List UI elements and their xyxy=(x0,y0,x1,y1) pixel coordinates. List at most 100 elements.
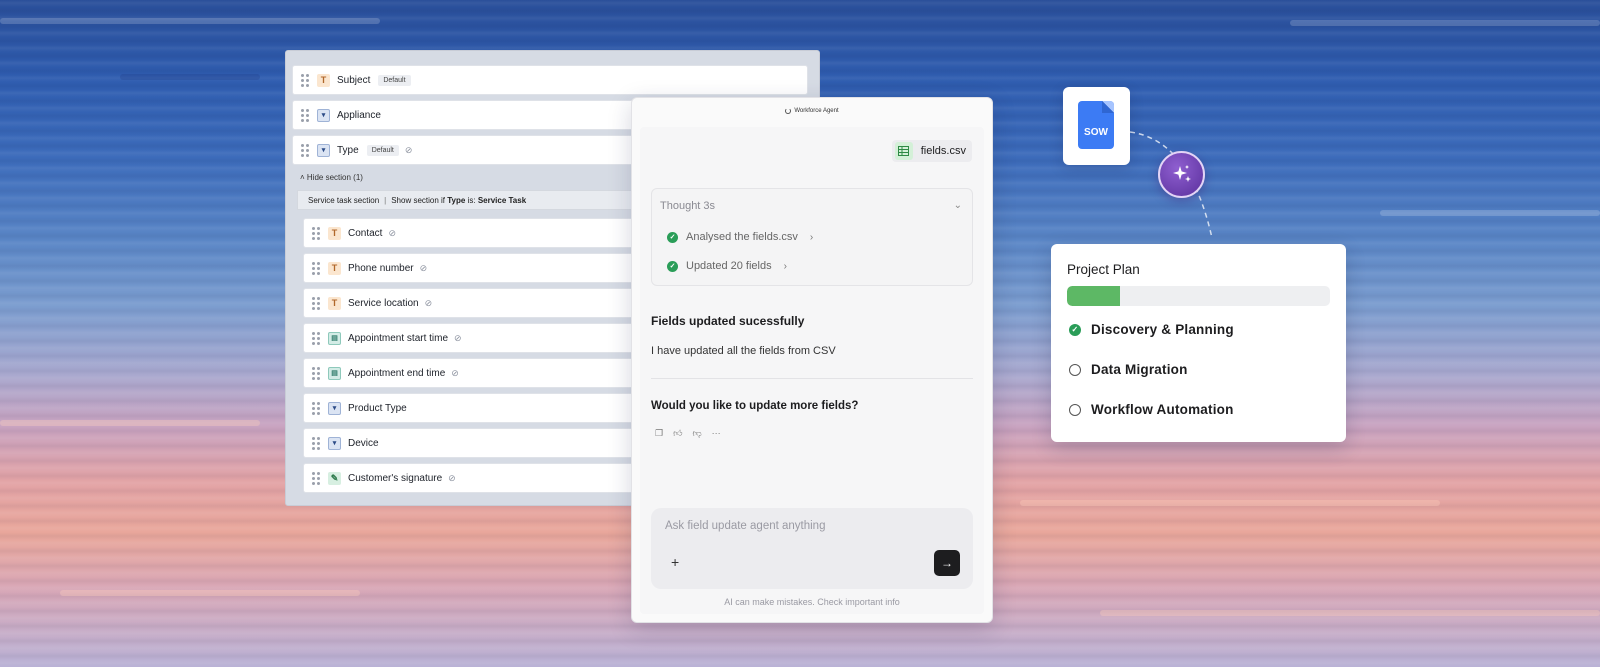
plan-item-label: Workflow Automation xyxy=(1091,402,1234,417)
dropdown-type-icon: ▾ xyxy=(317,143,330,157)
field-label: Appliance xyxy=(337,109,381,121)
field-label: Type xyxy=(337,144,359,156)
hidden-eye-icon[interactable]: ⊘ xyxy=(451,368,459,379)
check-circle-icon: ✓ xyxy=(667,231,678,243)
file-name: fields.csv xyxy=(920,145,966,157)
thought-step[interactable]: ✓ Analysed the fields.csv › xyxy=(667,231,813,243)
plan-item-label: Discovery & Planning xyxy=(1091,322,1234,337)
hidden-eye-icon[interactable]: ⊘ xyxy=(454,333,462,344)
datetime-type-icon: ▤ xyxy=(328,366,341,380)
field-label: Phone number xyxy=(348,262,414,274)
chat-title: Workforce Agent xyxy=(794,108,839,114)
plan-item-workflow-automation[interactable]: Workflow Automation xyxy=(1069,402,1234,417)
drag-handle-icon[interactable] xyxy=(312,401,320,415)
separator: | xyxy=(384,195,387,205)
background-streak xyxy=(1100,610,1600,616)
copy-icon[interactable]: ❐ xyxy=(655,428,663,439)
field-label: Product Type xyxy=(348,402,407,414)
section-rule-mid: is: xyxy=(467,195,476,205)
section-rule-prefix: Show section if xyxy=(391,195,446,205)
spreadsheet-icon xyxy=(894,142,913,160)
step-label: Analysed the fields.csv xyxy=(686,231,798,243)
add-attachment-icon[interactable]: + xyxy=(671,554,679,570)
response-title: Fields updated sucessfully xyxy=(651,314,805,328)
response-body: I have updated all the fields from CSV xyxy=(651,345,836,357)
dropdown-type-icon: ▾ xyxy=(328,436,341,450)
drag-handle-icon[interactable] xyxy=(312,261,320,275)
hidden-eye-icon[interactable]: ⊘ xyxy=(420,263,428,274)
field-row-subject[interactable]: T Subject Default xyxy=(292,65,808,95)
thumbs-down-icon[interactable]: 👎︎ xyxy=(692,428,701,439)
background-streak xyxy=(1380,210,1600,216)
loading-spinner-icon xyxy=(785,108,792,114)
attached-file-chip[interactable]: fields.csv xyxy=(891,140,972,162)
section-rule-value: Service Task xyxy=(477,195,527,205)
field-label: Customer's signature xyxy=(348,472,443,484)
empty-circle-icon xyxy=(1069,363,1081,376)
plan-item-data-migration[interactable]: Data Migration xyxy=(1069,362,1188,377)
hidden-eye-icon[interactable]: ⊘ xyxy=(448,473,456,484)
document-icon: SOW xyxy=(1078,101,1114,149)
drag-handle-icon[interactable] xyxy=(312,436,320,450)
check-circle-icon: ✓ xyxy=(667,260,678,272)
drag-handle-icon[interactable] xyxy=(301,143,309,157)
background-streak xyxy=(1290,20,1600,26)
section-rule-field: Type xyxy=(447,195,466,205)
thought-label: Thought 3s xyxy=(660,200,716,212)
drag-handle-icon[interactable] xyxy=(312,226,320,240)
background-streak xyxy=(0,420,260,426)
background-streak xyxy=(0,18,380,24)
field-label: Subject xyxy=(337,74,371,86)
plan-progress-bar xyxy=(1067,286,1330,306)
default-badge: Default xyxy=(366,144,399,156)
signature-type-icon: ✎ xyxy=(328,471,341,485)
dropdown-type-icon: ▾ xyxy=(317,108,330,122)
hide-section-toggle[interactable]: ˄ Hide section (1) xyxy=(300,173,363,182)
plan-title: Project Plan xyxy=(1067,262,1140,277)
drag-handle-icon[interactable] xyxy=(312,366,320,380)
message-actions: ❐ 👍︎ 👎︎ ··· xyxy=(655,428,721,439)
plan-item-discovery[interactable]: ✓ Discovery & Planning xyxy=(1069,322,1234,337)
sow-document-card[interactable]: SOW xyxy=(1063,87,1130,165)
background-streak xyxy=(1020,500,1440,506)
plan-item-label: Data Migration xyxy=(1091,362,1188,377)
check-circle-icon: ✓ xyxy=(1069,323,1081,336)
more-options-icon[interactable]: ··· xyxy=(712,428,721,439)
dropdown-type-icon: ▾ xyxy=(328,401,341,415)
default-badge: Default xyxy=(378,74,411,86)
field-label: Service location xyxy=(348,297,419,309)
follow-up-question: Would you like to update more fields? xyxy=(651,400,859,412)
drag-handle-icon[interactable] xyxy=(312,471,320,485)
thumbs-up-icon[interactable]: 👍︎ xyxy=(673,428,682,439)
text-type-icon: T xyxy=(328,261,341,275)
field-label: Device xyxy=(348,437,379,449)
empty-circle-icon xyxy=(1069,403,1081,416)
sow-label: SOW xyxy=(1084,127,1108,138)
hidden-eye-icon[interactable]: ⊘ xyxy=(425,298,433,309)
chat-composer: + → xyxy=(651,508,973,589)
chevron-down-icon[interactable]: ⌄ xyxy=(954,200,962,211)
field-label: Appointment end time xyxy=(348,367,446,379)
drag-handle-icon[interactable] xyxy=(301,108,309,122)
field-label: Contact xyxy=(348,227,383,239)
background-streak xyxy=(120,74,260,80)
thought-panel[interactable]: Thought 3s ⌄ ✓ Analysed the fields.csv ›… xyxy=(651,188,973,286)
chevron-up-icon: ˄ xyxy=(300,173,305,182)
chevron-right-icon: › xyxy=(783,260,787,272)
send-button[interactable]: → xyxy=(934,550,960,576)
drag-handle-icon[interactable] xyxy=(312,296,320,310)
text-type-icon: T xyxy=(328,226,341,240)
section-name: Service task section xyxy=(308,195,380,205)
hidden-eye-icon[interactable]: ⊘ xyxy=(388,228,396,239)
plan-progress-fill xyxy=(1067,286,1120,306)
thought-step[interactable]: ✓ Updated 20 fields › xyxy=(667,260,787,272)
drag-handle-icon[interactable] xyxy=(312,331,320,345)
chat-input[interactable] xyxy=(665,520,945,532)
ai-sparkle-icon xyxy=(1158,151,1205,198)
hide-section-label: Hide section (1) xyxy=(306,173,363,182)
hidden-eye-icon[interactable]: ⊘ xyxy=(405,145,413,156)
drag-handle-icon[interactable] xyxy=(301,73,309,87)
text-type-icon: T xyxy=(317,73,330,87)
ai-disclaimer: AI can make mistakes. Check important in… xyxy=(724,597,900,607)
field-label: Appointment start time xyxy=(348,332,449,344)
